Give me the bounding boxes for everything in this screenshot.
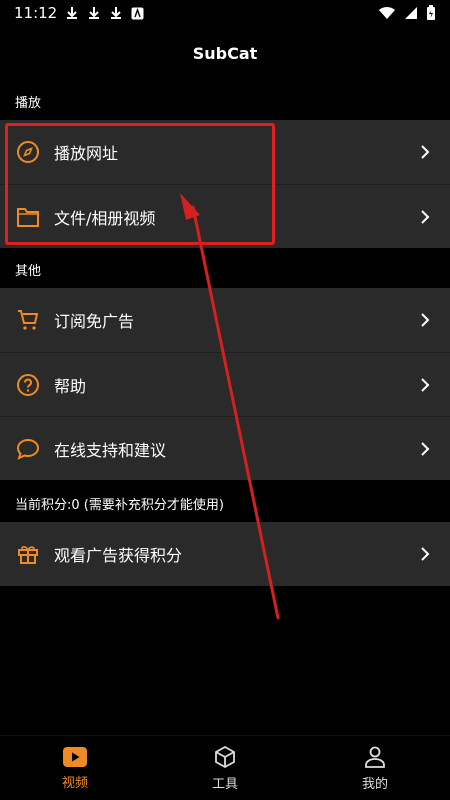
tab-video[interactable]: 视频 [15,746,135,791]
wifi-icon [379,6,395,19]
subscribe-row[interactable]: 订阅免广告 [0,288,450,352]
chevron-right-icon [418,313,432,327]
subscribe-label: 订阅免广告 [54,312,135,331]
tab-video-label: 视频 [61,775,88,791]
section-label-other: 其他 [15,264,42,279]
download-icon [89,7,100,19]
video-icon [63,746,87,767]
watch-ads-label: 观看广告获得积分 [54,546,183,565]
play-url-row[interactable]: 播放网址 [0,120,450,184]
support-row[interactable]: 在线支持和建议 [0,416,450,480]
bottom-navigation: 视频 工具 我的 [0,735,450,800]
files-label: 文件/相册视频 [54,208,156,228]
gift-icon [16,542,40,566]
signal-icon [405,7,417,19]
play-url-label: 播放网址 [54,144,119,163]
chevron-right-icon [418,145,432,159]
tab-tools-label: 工具 [211,776,238,792]
chevron-right-icon [418,441,432,456]
section-label-play: 播放 [15,96,42,111]
status-time: 11:12 [14,4,58,22]
points-status: 当前积分:0 (需要补充积分才能使用) [15,498,224,513]
help-icon [16,373,40,397]
chat-bubble-icon [16,437,40,461]
download-icon [67,7,78,19]
help-label: 帮助 [54,376,87,396]
tab-tools[interactable]: 工具 [165,745,285,792]
support-label: 在线支持和建议 [54,440,167,460]
tab-mine-label: 我的 [361,776,388,792]
watch-ads-row[interactable]: 观看广告获得积分 [0,522,450,586]
download-icon [111,7,122,19]
cube-icon [215,745,235,768]
status-bar: 11:12 [0,0,450,26]
battery-icon [427,5,435,20]
chevron-right-icon [418,547,432,561]
app-title: SubCat [192,43,258,63]
notification-app-icon [131,7,144,19]
chevron-right-icon [418,377,432,392]
chevron-right-icon [418,209,432,224]
compass-icon [16,140,40,164]
person-icon [365,746,385,768]
folder-icon [16,205,40,229]
cart-icon [16,308,40,332]
tab-mine[interactable]: 我的 [315,745,435,792]
files-row[interactable]: 文件/相册视频 [0,184,450,248]
help-row[interactable]: 帮助 [0,352,450,416]
